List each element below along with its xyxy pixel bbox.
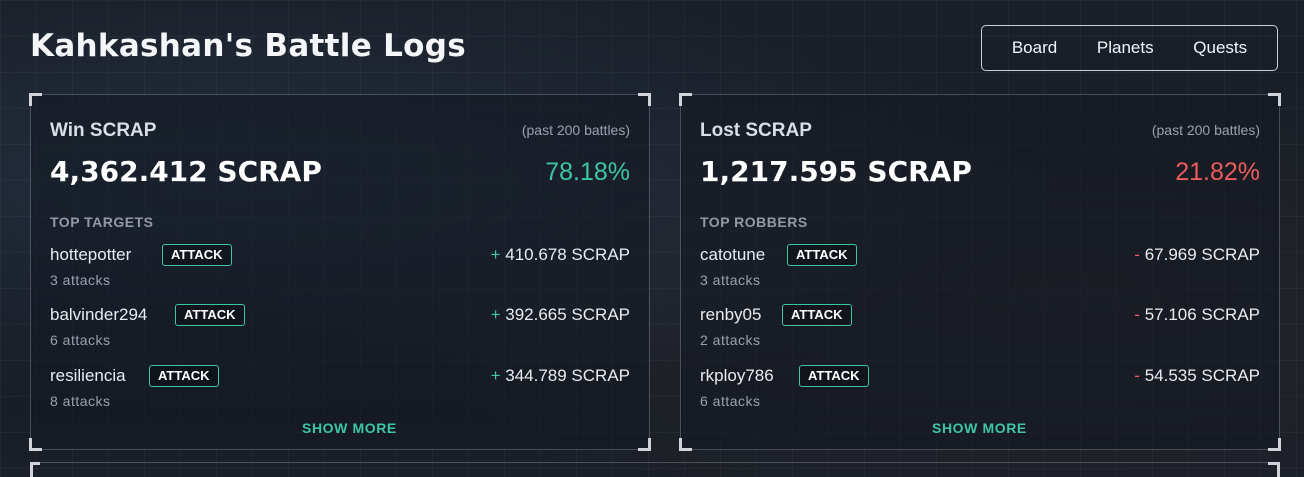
nav-quests-link[interactable]: Quests xyxy=(1193,38,1247,58)
show-more-button[interactable]: SHOW MORE xyxy=(932,420,1027,436)
attack-button[interactable]: ATTACK xyxy=(799,365,869,387)
attack-button[interactable]: ATTACK xyxy=(162,244,232,266)
lost-scrap-card: Lost SCRAP (past 200 battles) 1,217.595 … xyxy=(679,93,1281,451)
period-label: (past 200 battles) xyxy=(521,122,630,138)
robber-row: rkploy786 ATTACK 6 attacks - 54.535 SCRA… xyxy=(700,365,1260,416)
attack-button[interactable]: ATTACK xyxy=(782,304,852,326)
corner-bracket xyxy=(679,93,692,106)
scrap-amount: - 54.535 SCRAP xyxy=(1134,366,1260,386)
scrap-value: 344.789 SCRAP xyxy=(505,366,630,385)
nav-board-link[interactable]: Board xyxy=(1012,38,1057,58)
minus-sign: - xyxy=(1134,305,1140,324)
attack-count: 3 attacks xyxy=(700,272,761,288)
player-name[interactable]: renby05 xyxy=(700,305,761,325)
plus-sign: + xyxy=(490,245,501,264)
plus-sign: + xyxy=(490,305,501,324)
player-name[interactable]: rkploy786 xyxy=(700,366,774,386)
player-name[interactable]: catotune xyxy=(700,245,765,265)
plus-sign: + xyxy=(490,366,501,385)
top-nav: Board Planets Quests xyxy=(981,25,1278,71)
corner-bracket xyxy=(1268,93,1281,106)
total-amount: 1,217.595 SCRAP xyxy=(700,155,972,188)
corner-bracket xyxy=(1268,438,1281,451)
scrap-amount: + 392.665 SCRAP xyxy=(491,305,630,325)
nav-planets-link[interactable]: Planets xyxy=(1097,38,1154,58)
target-row: hottepotter ATTACK 3 attacks + 410.678 S… xyxy=(50,244,630,295)
attack-button[interactable]: ATTACK xyxy=(149,365,219,387)
attack-count: 3 attacks xyxy=(50,272,111,288)
loss-percentage: 21.82% xyxy=(1175,158,1260,186)
page-title: Kahkashan's Battle Logs xyxy=(30,28,467,64)
player-name[interactable]: hottepotter xyxy=(50,245,131,265)
corner-bracket xyxy=(29,93,42,106)
scrap-amount: + 410.678 SCRAP xyxy=(491,245,630,265)
period-label: (past 200 battles) xyxy=(1151,122,1260,138)
target-row: balvinder294 ATTACK 6 attacks + 392.665 … xyxy=(50,304,630,355)
card-title: Lost SCRAP xyxy=(700,120,812,141)
show-more-button[interactable]: SHOW MORE xyxy=(302,420,397,436)
attack-count: 8 attacks xyxy=(50,393,111,409)
scrap-amount: + 344.789 SCRAP xyxy=(491,366,630,386)
target-row: resiliencia ATTACK 8 attacks + 344.789 S… xyxy=(50,365,630,416)
attack-count: 2 attacks xyxy=(700,332,761,348)
win-scrap-card: Win SCRAP (past 200 battles) 4,362.412 S… xyxy=(29,93,651,451)
attack-button[interactable]: ATTACK xyxy=(175,304,245,326)
scrap-amount: - 57.106 SCRAP xyxy=(1134,305,1260,325)
minus-sign: - xyxy=(1134,245,1140,264)
total-amount: 4,362.412 SCRAP xyxy=(50,155,322,188)
robber-row: catotune ATTACK 3 attacks - 67.969 SCRAP xyxy=(700,244,1260,295)
corner-bracket xyxy=(638,93,651,106)
scrap-value: 54.535 SCRAP xyxy=(1144,366,1260,385)
corner-bracket xyxy=(638,438,651,451)
scrap-value: 57.106 SCRAP xyxy=(1144,305,1260,324)
card-title: Win SCRAP xyxy=(50,120,157,141)
scrap-value: 410.678 SCRAP xyxy=(505,245,630,264)
corner-bracket xyxy=(29,438,42,451)
next-card-border xyxy=(40,462,1268,463)
robber-row: renby05 ATTACK 2 attacks - 57.106 SCRAP xyxy=(700,304,1260,355)
win-percentage: 78.18% xyxy=(545,158,630,186)
scrap-value: 67.969 SCRAP xyxy=(1144,245,1260,264)
corner-bracket xyxy=(679,438,692,451)
attack-count: 6 attacks xyxy=(700,393,761,409)
attack-button[interactable]: ATTACK xyxy=(787,244,857,266)
player-name[interactable]: resiliencia xyxy=(50,366,126,386)
corner-bracket xyxy=(1268,462,1280,477)
section-label: TOP TARGETS xyxy=(50,214,154,230)
player-name[interactable]: balvinder294 xyxy=(50,305,147,325)
corner-bracket xyxy=(30,462,40,477)
minus-sign: - xyxy=(1134,366,1140,385)
section-label: TOP ROBBERS xyxy=(700,214,808,230)
attack-count: 6 attacks xyxy=(50,332,111,348)
scrap-amount: - 67.969 SCRAP xyxy=(1134,245,1260,265)
scrap-value: 392.665 SCRAP xyxy=(505,305,630,324)
